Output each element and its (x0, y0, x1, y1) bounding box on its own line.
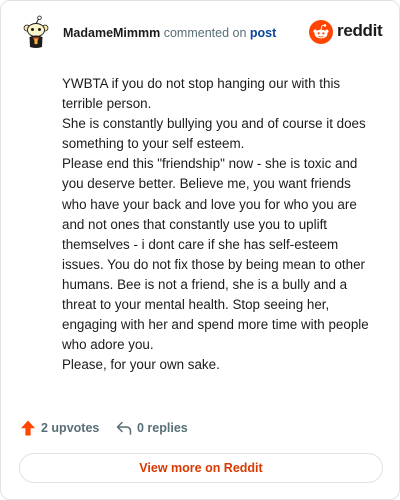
reddit-comment-embed: MadameMimmm commented on post reddit YWB… (0, 0, 400, 500)
comment-paragraph: YWBTA if you do not stop hanging our wit… (62, 76, 341, 112)
reddit-wordmark: reddit (337, 21, 383, 40)
comment-paragraph: Please, for your own sake. (62, 357, 220, 373)
attribution-verb: commented on (163, 26, 247, 40)
reddit-logo-icon (309, 20, 333, 44)
reddit-brand-link[interactable]: reddit (309, 20, 385, 46)
comment-attribution: MadameMimmm commented on post (63, 26, 276, 40)
username-link[interactable]: MadameMimmm (63, 26, 160, 40)
reply-count: 0 replies (137, 421, 188, 435)
comment-paragraph: She is constantly bullying you and of co… (62, 116, 366, 152)
post-link[interactable]: post (250, 26, 276, 40)
comment-header: MadameMimmm commented on post reddit (19, 15, 385, 53)
comment-actions: 2 upvotes 0 replies (19, 417, 381, 439)
comment-paragraph: Please end this "friendship" now - she i… (62, 156, 369, 353)
upvote-button[interactable]: 2 upvotes (19, 417, 99, 439)
upvote-count: 2 upvotes (41, 421, 100, 435)
upvote-arrow-icon (19, 419, 37, 437)
snoo-avatar-icon[interactable] (19, 15, 53, 49)
comment-body: YWBTA if you do not stop hanging our wit… (62, 74, 378, 375)
reply-button[interactable]: 0 replies (115, 417, 188, 439)
view-more-label: View more on Reddit (139, 461, 263, 475)
reply-arrow-icon (115, 419, 133, 437)
view-more-button[interactable]: View more on Reddit (19, 453, 383, 483)
